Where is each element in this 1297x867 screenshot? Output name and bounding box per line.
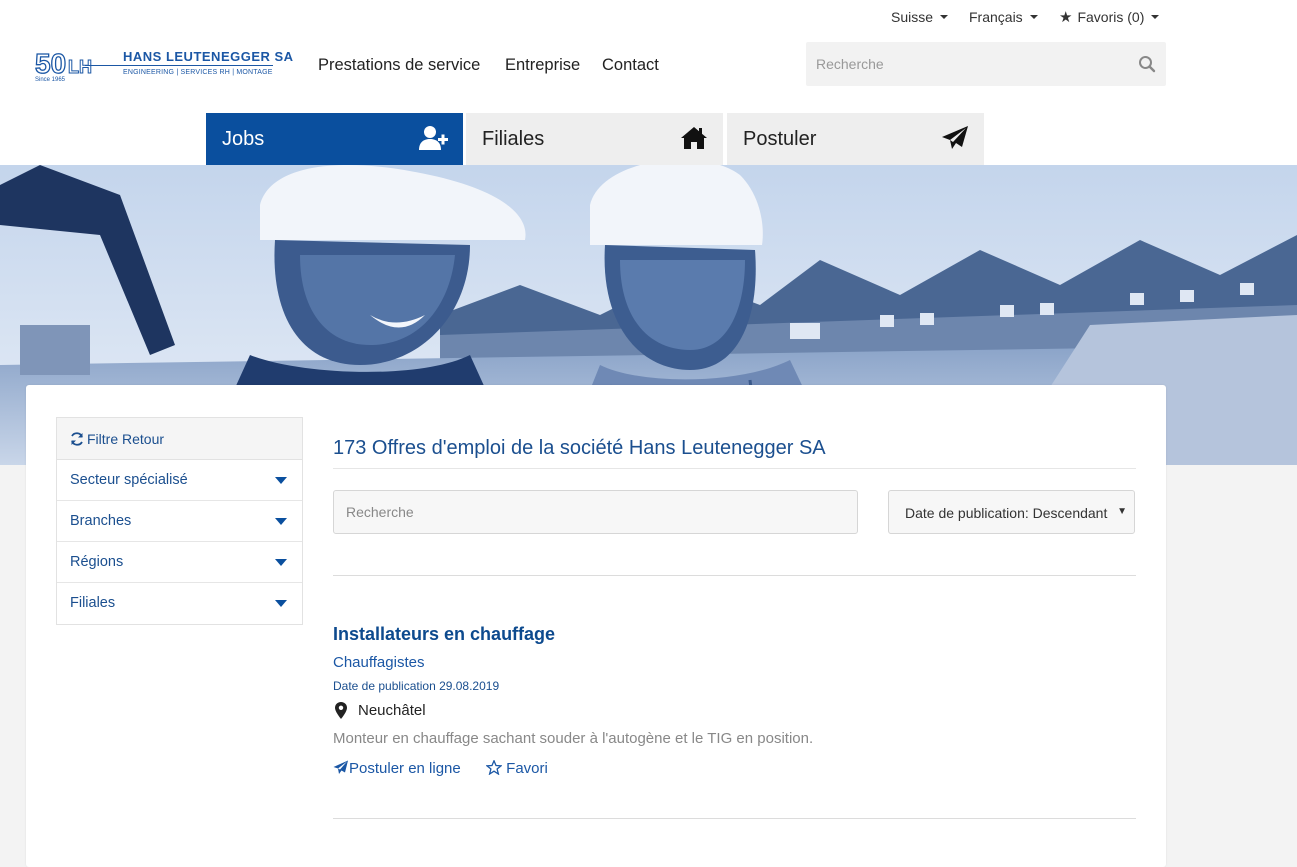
- filter-row-label: Régions: [70, 554, 124, 570]
- job-title[interactable]: Installateurs en chauffage: [333, 624, 1136, 645]
- favorites-label: Favoris (0): [1077, 9, 1145, 25]
- job-location: Neuchâtel: [333, 702, 1136, 719]
- country-selector[interactable]: Suisse: [891, 9, 949, 25]
- svg-text:LH: LH: [68, 57, 92, 77]
- divider: [333, 818, 1136, 819]
- filter-branches[interactable]: Branches: [57, 501, 302, 542]
- job-listing: Installateurs en chauffage Chauffagistes…: [333, 624, 1136, 780]
- filter-reset[interactable]: Filtre Retour: [57, 418, 302, 460]
- chevron-down-icon: [1029, 15, 1038, 19]
- results-card: Filtre Retour Secteur spécialisé Branche…: [26, 385, 1166, 867]
- user-plus-icon: [419, 126, 448, 150]
- favorites-menu[interactable]: ★ Favoris (0): [1059, 8, 1160, 26]
- filter-row-label: Filiales: [70, 595, 116, 611]
- tab-jobs[interactable]: Jobs: [206, 113, 463, 165]
- company-logo[interactable]: 50 LH Since 1965 HANS LEUTENEGGER SA ENG…: [34, 46, 293, 84]
- job-category[interactable]: Chauffagistes: [333, 654, 1136, 671]
- country-label: Suisse: [891, 9, 934, 25]
- language-label: Français: [969, 9, 1023, 25]
- svg-text:Since 1965: Since 1965: [35, 77, 66, 83]
- star-outline-icon: [485, 759, 503, 776]
- header-search: [806, 42, 1166, 86]
- chevron-down-icon: [275, 559, 287, 566]
- star-icon: ★: [1059, 8, 1073, 26]
- tab-branches[interactable]: Filiales: [466, 113, 723, 165]
- chevron-down-icon: [275, 477, 287, 484]
- results-search-input[interactable]: [334, 491, 857, 533]
- logo-tagline: ENGINEERING | SERVICES RH | MONTAGE: [123, 69, 273, 76]
- tab-apply[interactable]: Postuler: [727, 113, 984, 165]
- job-date: Date de publication 29.08.2019: [333, 679, 500, 693]
- filter-panel: Filtre Retour Secteur spécialisé Branche…: [56, 417, 303, 625]
- map-pin-icon: [335, 702, 347, 719]
- favorite-link[interactable]: Favori: [485, 759, 548, 777]
- tab-jobs-label: Jobs: [222, 128, 265, 150]
- job-location-label: Neuchâtel: [358, 702, 426, 719]
- logo-company-name: HANS LEUTENEGGER SA: [123, 49, 294, 64]
- filter-row-label: Secteur spécialisé: [70, 472, 188, 488]
- chevron-down-icon: ▼: [1117, 506, 1127, 517]
- job-description: Monteur en chauffage sachant souder à l'…: [333, 730, 814, 747]
- chevron-down-icon: [275, 518, 287, 525]
- paper-plane-icon: [333, 760, 348, 774]
- refresh-icon: [71, 432, 83, 446]
- filter-row-label: Branches: [70, 513, 132, 529]
- favorite-label: Favori: [506, 760, 548, 777]
- divider: [333, 575, 1136, 576]
- search-icon[interactable]: [1138, 55, 1156, 73]
- home-icon: [681, 127, 707, 149]
- filter-regions[interactable]: Régions: [57, 542, 302, 583]
- tab-apply-label: Postuler: [743, 128, 817, 150]
- chevron-down-icon: [1151, 15, 1160, 19]
- sort-select-value: Date de publication: Descendant: [905, 505, 1108, 521]
- language-selector[interactable]: Français: [969, 9, 1038, 25]
- filter-subsidiaries[interactable]: Filiales: [57, 583, 302, 624]
- apply-online-label: Postuler en ligne: [349, 760, 461, 777]
- filter-specialized-sector[interactable]: Secteur spécialisé: [57, 460, 302, 501]
- results-search: [333, 490, 858, 534]
- header: Suisse Français ★ Favoris (0) 50 LH Sinc…: [0, 0, 1297, 165]
- nav-item-services[interactable]: Prestations de service: [318, 56, 480, 75]
- nav-item-company[interactable]: Entreprise: [505, 56, 580, 75]
- chevron-down-icon: [940, 15, 949, 19]
- nav-item-contact[interactable]: Contact: [602, 56, 659, 75]
- svg-text:50: 50: [35, 48, 66, 79]
- logo-divider: [85, 65, 273, 66]
- results-panel: 173 Offres d'emploi de la société Hans L…: [333, 417, 1136, 819]
- apply-online-link[interactable]: Postuler en ligne: [333, 760, 461, 777]
- sort-select[interactable]: Date de publication: Descendant ▼: [888, 490, 1135, 534]
- results-heading: 173 Offres d'emploi de la société Hans L…: [333, 417, 1136, 469]
- header-search-input[interactable]: [806, 42, 1126, 86]
- job-actions: Postuler en ligne Favori: [333, 759, 1136, 780]
- tab-branches-label: Filiales: [482, 128, 545, 150]
- filter-reset-label: Filtre Retour: [87, 431, 165, 447]
- paper-plane-icon: [942, 126, 968, 149]
- chevron-down-icon: [275, 600, 287, 607]
